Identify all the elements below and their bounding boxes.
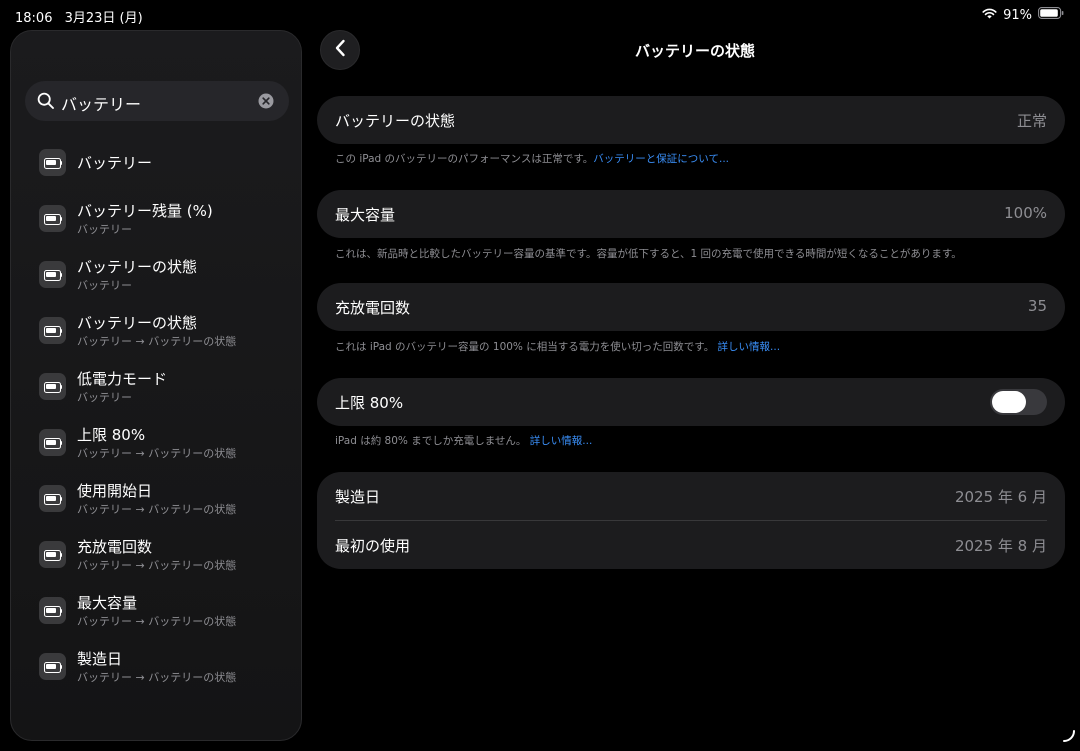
page-title: バッテリーの状態: [634, 42, 755, 60]
search-result-battery-health-detail[interactable]: バッテリーの状態 バッテリー → バッテリーの状態: [11, 303, 301, 359]
toggle-knob: [992, 391, 1026, 413]
charge-limit-more-info-link[interactable]: 詳しい情報...: [530, 435, 593, 447]
max-capacity-note-text: これは、新品時と比較したバッテリー容量の基準です。容量が低下すると、1 回の充電…: [335, 248, 962, 260]
max-capacity-note: これは、新品時と比較したバッテリー容量の基準です。容量が低下すると、1 回の充電…: [335, 246, 1055, 261]
battery-settings-icon: [39, 149, 66, 176]
first-use-row: 最初の使用 2025 年 8 月: [317, 521, 1065, 569]
charge-limit-label: 上限 80%: [335, 394, 404, 412]
wifi-icon: [982, 8, 997, 23]
battery-health-value: 正常: [1016, 112, 1047, 130]
status-right: 91%: [982, 7, 1064, 23]
cycle-count-label: 充放電回数: [335, 299, 411, 317]
cycle-count-value: 35: [1027, 297, 1047, 315]
status-time: 18:06: [15, 11, 53, 26]
search-results: バッテリー バッテリー残量 (%) バッテリー バッテリーの状態 バッテリー バ…: [11, 135, 301, 695]
first-use-label: 最初の使用: [335, 537, 411, 555]
charge-limit-toggle[interactable]: [990, 389, 1047, 415]
cycle-count-more-info-link[interactable]: 詳しい情報...: [718, 341, 781, 353]
result-title: 充放電回数: [77, 538, 153, 556]
battery-settings-icon: [39, 373, 66, 400]
battery-health-card: バッテリーの状態 正常: [317, 96, 1065, 144]
status-date: 3月23日 (月): [64, 11, 143, 26]
result-title: バッテリーの状態: [77, 258, 198, 276]
charge-limit-note-text: iPad は約 80% までしか充電しません。: [335, 435, 527, 447]
battery-health-note-text: この iPad のバッテリーのパフォーマンスは正常です。: [335, 153, 594, 165]
battery-settings-icon: [39, 485, 66, 512]
result-subtitle: バッテリー → バッテリーの状態: [77, 503, 237, 516]
battery-settings-icon: [39, 653, 66, 680]
battery-warranty-link[interactable]: バッテリーと保証について...: [593, 153, 729, 165]
search-icon: [37, 92, 55, 114]
result-title: バッテリー: [77, 154, 153, 172]
result-title: 低電力モード: [77, 370, 168, 388]
manufacture-date-row: 製造日 2025 年 6 月: [317, 472, 1065, 520]
search-result-battery[interactable]: バッテリー: [11, 135, 301, 191]
max-capacity-card: 最大容量 100%: [317, 190, 1065, 238]
battery-settings-icon: [39, 541, 66, 568]
charge-limit-row: 上限 80%: [317, 378, 1065, 426]
result-subtitle: バッテリー → バッテリーの状態: [77, 335, 237, 348]
result-subtitle: バッテリー → バッテリーの状態: [77, 615, 237, 628]
battery-settings-icon: [39, 261, 66, 288]
result-subtitle: バッテリー → バッテリーの状態: [77, 559, 237, 572]
search-result-manufacture-date[interactable]: 製造日 バッテリー → バッテリーの状態: [11, 639, 301, 695]
search-result-cycle-count[interactable]: 充放電回数 バッテリー → バッテリーの状態: [11, 527, 301, 583]
search-input[interactable]: バッテリー: [61, 91, 141, 115]
manufacture-date-value: 2025 年 6 月: [954, 488, 1047, 506]
charge-limit-card: 上限 80%: [317, 378, 1065, 426]
search-result-low-power-mode[interactable]: 低電力モード バッテリー: [11, 359, 301, 415]
search-result-limit-80[interactable]: 上限 80% バッテリー → バッテリーの状態: [11, 415, 301, 471]
window-resize-handle-icon[interactable]: [1062, 728, 1076, 747]
result-title: 製造日: [77, 650, 123, 668]
battery-health-row[interactable]: バッテリーの状態 正常: [317, 96, 1065, 144]
max-capacity-value: 100%: [1004, 204, 1047, 222]
result-subtitle: バッテリー: [77, 223, 132, 236]
result-title: バッテリー残量 (%): [77, 202, 213, 220]
battery-settings-icon: [39, 429, 66, 456]
search-result-max-capacity[interactable]: 最大容量 バッテリー → バッテリーの状態: [11, 583, 301, 639]
result-subtitle: バッテリー: [77, 279, 132, 292]
battery-icon: [1038, 7, 1064, 23]
search-result-battery-percentage[interactable]: バッテリー残量 (%) バッテリー: [11, 191, 301, 247]
result-title: バッテリーの状態: [77, 314, 198, 332]
battery-health-label: バッテリーの状態: [335, 112, 456, 130]
result-title: 最大容量: [77, 594, 138, 612]
result-subtitle: バッテリー → バッテリーの状態: [77, 671, 237, 684]
battery-settings-icon: [39, 317, 66, 344]
cycle-count-row: 充放電回数 35: [317, 283, 1065, 331]
first-use-value: 2025 年 8 月: [954, 537, 1047, 555]
result-title: 上限 80%: [77, 426, 146, 444]
result-title: 使用開始日: [77, 482, 153, 500]
cycle-count-note-text: これは iPad のバッテリー容量の 100% に相当する電力を使い切った回数で…: [335, 341, 715, 353]
battery-settings-icon: [39, 597, 66, 624]
battery-percent: 91%: [1003, 7, 1032, 23]
battery-health-note: この iPad のバッテリーのパフォーマンスは正常です。バッテリーと保証について…: [335, 151, 1055, 166]
search-result-battery-health[interactable]: バッテリーの状態 バッテリー: [11, 247, 301, 303]
max-capacity-row: 最大容量 100%: [317, 190, 1065, 238]
result-subtitle: バッテリー → バッテリーの状態: [77, 447, 237, 460]
max-capacity-label: 最大容量: [335, 206, 396, 224]
clear-search-icon[interactable]: [258, 93, 274, 113]
result-subtitle: バッテリー: [77, 391, 132, 404]
charge-limit-note: iPad は約 80% までしか充電しません。 詳しい情報...: [335, 433, 1055, 448]
cycle-count-card: 充放電回数 35: [317, 283, 1065, 331]
cycle-count-note: これは iPad のバッテリー容量の 100% に相当する電力を使い切った回数で…: [335, 339, 1055, 354]
battery-dates-card: 製造日 2025 年 6 月 最初の使用 2025 年 8 月: [317, 472, 1065, 569]
manufacture-date-label: 製造日: [335, 488, 381, 506]
sidebar: バッテリー バッテリー バッテリー残量 (%) バッテリー バッテリーの状態 バ…: [10, 30, 302, 741]
battery-settings-icon: [39, 205, 66, 232]
search-field[interactable]: バッテリー: [25, 81, 289, 121]
status-left: 18:06 3月23日 (月): [15, 7, 143, 26]
status-bar: 18:06 3月23日 (月) 91%: [0, 0, 1080, 30]
search-result-first-use-date[interactable]: 使用開始日 バッテリー → バッテリーの状態: [11, 471, 301, 527]
